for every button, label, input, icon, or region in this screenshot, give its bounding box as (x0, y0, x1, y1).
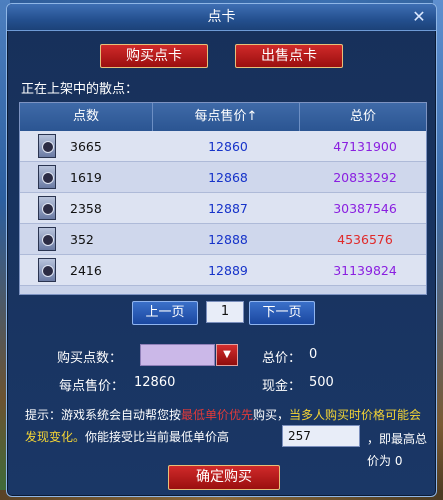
hint-suffix: ，即最高总价为 0 (367, 432, 428, 468)
row-unit-price: 12860 (208, 139, 248, 154)
unit-price-label: 每点售价： (59, 379, 125, 394)
hint-text: 提示：游戏系统会自动帮您按最低单价优先购买，当多人购买时价格可能会发现变化。你能… (25, 404, 425, 448)
total-price-value: 0 (309, 347, 318, 362)
prev-page-button[interactable]: 上一页 (132, 301, 198, 325)
table-row[interactable]: 2416 12889 31139824 (20, 255, 426, 286)
header-total[interactable]: 总价 (300, 103, 426, 131)
unit-price-value: 12860 (134, 375, 176, 390)
table-row[interactable]: 352 12888 4536576 (20, 224, 426, 255)
cash-label: 现金： (262, 379, 302, 394)
buy-points-input[interactable] (140, 344, 215, 366)
header-points[interactable]: 点数 (20, 103, 153, 131)
row-total: 47131900 (333, 139, 397, 154)
header-unit-price[interactable]: 每点售价↑ (153, 103, 300, 131)
row-points: 352 (70, 232, 94, 247)
row-points: 2416 (70, 263, 102, 278)
row-unit-price: 12888 (208, 232, 248, 247)
table-row[interactable]: 1619 12868 20833292 (20, 162, 426, 193)
point-card-icon (38, 258, 56, 282)
table-row[interactable]: 2358 12887 30387546 (20, 193, 426, 224)
window-titlebar: 点卡 ✕ (7, 4, 436, 31)
row-total: 31139824 (333, 263, 397, 278)
row-total: 20833292 (333, 170, 397, 185)
row-points: 1619 (70, 170, 102, 185)
point-card-icon (38, 165, 56, 189)
table-row[interactable]: 3665 12860 47131900 (20, 131, 426, 162)
chevron-down-icon[interactable]: ▼ (216, 344, 238, 366)
buy-points-tab-button[interactable]: 购买点卡 (100, 44, 208, 68)
hint-accept: 你能接受比当前最低单价高 (85, 430, 230, 444)
row-unit-price: 12887 (208, 201, 248, 216)
confirm-purchase-button[interactable]: 确定购买 (168, 465, 280, 490)
sell-points-tab-button[interactable]: 出售点卡 (235, 44, 343, 68)
row-total: 4536576 (337, 232, 393, 247)
row-unit-price: 12868 (208, 170, 248, 185)
hint-prefix: 提示：游戏系统会自动帮您按 (25, 408, 182, 422)
page-number: 1 (206, 301, 244, 323)
point-card-icon (38, 134, 56, 158)
listing-section-label: 正在上架中的散点： (21, 82, 139, 97)
price-diff-input[interactable]: 257 (282, 425, 360, 447)
row-points: 2358 (70, 201, 102, 216)
hint-lowest-first: 最低单价优先 (181, 408, 254, 422)
listing-table: 点数 每点售价↑ 总价 3665 12860 47131900 1619 128… (19, 102, 427, 295)
row-unit-price: 12889 (208, 263, 248, 278)
hint-middle: 购买， (253, 408, 290, 422)
next-page-button[interactable]: 下一页 (249, 301, 315, 325)
point-card-icon (38, 196, 56, 220)
point-card-icon (38, 227, 56, 251)
total-price-label: 总价： (262, 351, 302, 366)
table-header: 点数 每点售价↑ 总价 (20, 103, 426, 131)
row-total: 30387546 (333, 201, 397, 216)
close-icon[interactable]: ✕ (410, 8, 428, 26)
window-title: 点卡 (207, 9, 236, 25)
row-points: 3665 (70, 139, 102, 154)
buy-points-label: 购买点数： (57, 351, 123, 366)
point-card-window: 点卡 ✕ 购买点卡 出售点卡 正在上架中的散点： 点数 每点售价↑ 总价 366… (6, 3, 437, 497)
cash-value: 500 (309, 375, 334, 390)
